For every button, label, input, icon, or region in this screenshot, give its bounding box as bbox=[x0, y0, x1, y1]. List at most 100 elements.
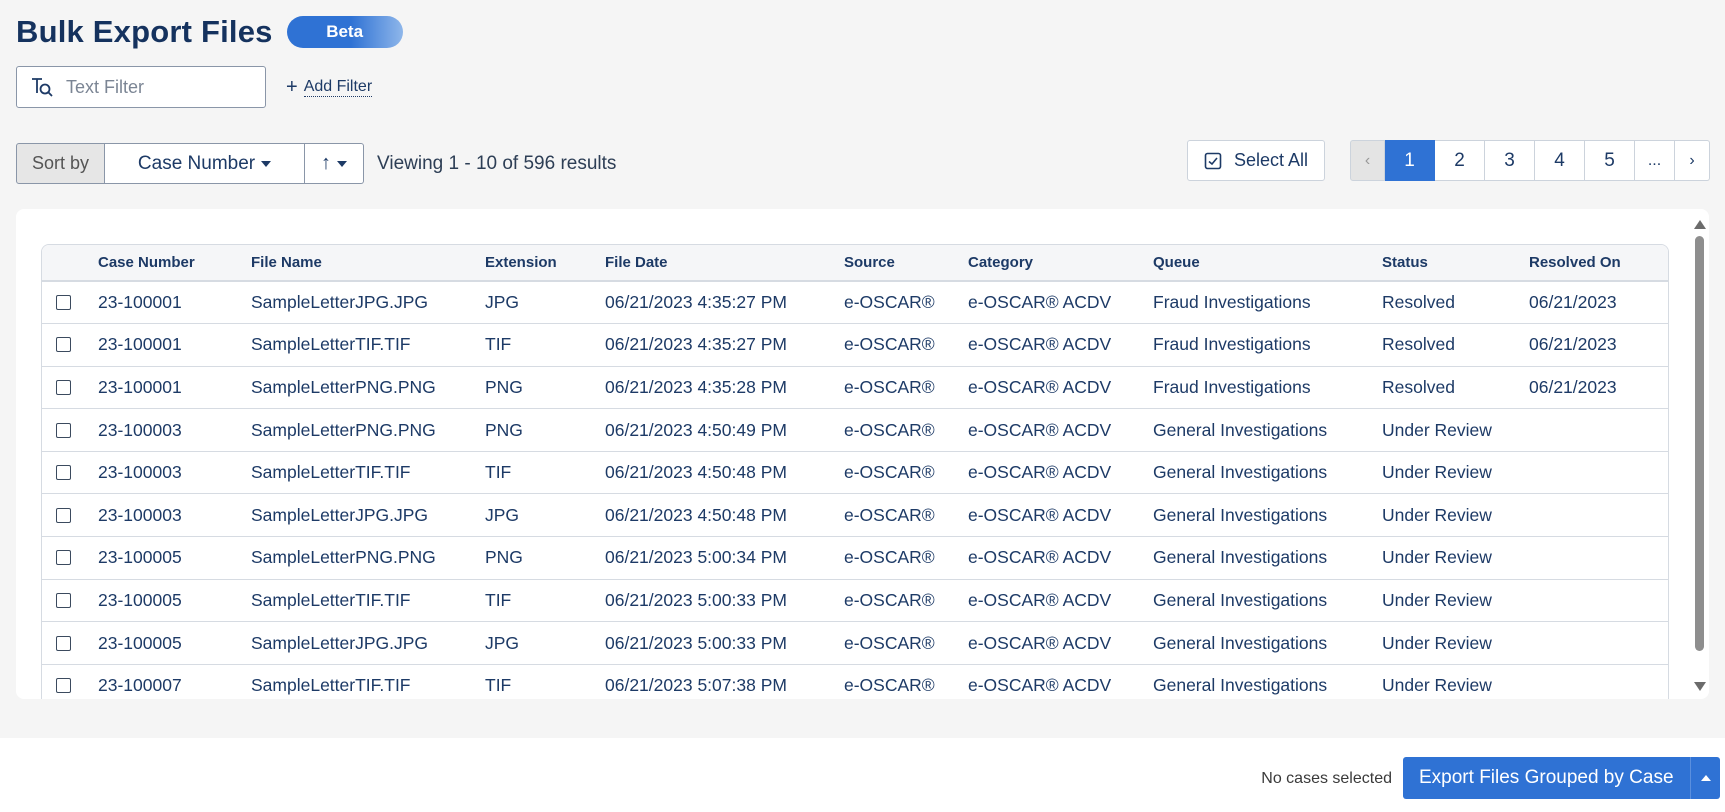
pagination-ellipsis[interactable]: ... bbox=[1635, 140, 1675, 181]
row-checkbox[interactable] bbox=[56, 550, 71, 566]
pagination-prev-button[interactable]: ‹ bbox=[1350, 140, 1385, 181]
table-cell bbox=[1529, 536, 1668, 580]
column-header[interactable]: Extension bbox=[485, 245, 605, 282]
row-checkbox[interactable] bbox=[56, 337, 71, 353]
column-header[interactable]: File Name bbox=[251, 245, 485, 282]
table-cell: General Investigations bbox=[1153, 621, 1382, 665]
page-header: Bulk Export Files Beta bbox=[16, 14, 403, 50]
table-row[interactable]: 23-100005 SampleLetterTIF.TIF TIF 06/21/202… bbox=[42, 579, 1668, 623]
row-checkbox[interactable] bbox=[56, 465, 71, 481]
table-cell: 23-100003 bbox=[98, 493, 251, 538]
row-checkbox[interactable] bbox=[56, 507, 71, 523]
table-body: 23-100001 SampleLetterJPG.JPG JPG 06/21/202… bbox=[42, 281, 1668, 699]
table-cell: JPG bbox=[485, 493, 605, 538]
checkbox-checked-icon bbox=[1204, 152, 1222, 169]
scrollbar[interactable] bbox=[1693, 216, 1707, 696]
table-cell: JPG bbox=[485, 281, 605, 325]
table-cell: Under Review bbox=[1382, 621, 1529, 665]
beta-badge: Beta bbox=[286, 16, 403, 48]
table-cell: 23-100005 bbox=[98, 579, 251, 623]
table-cell: PNG bbox=[485, 408, 605, 452]
table-cell: General Investigations bbox=[1153, 579, 1382, 623]
row-select-cell bbox=[42, 579, 98, 623]
scroll-down-arrow-icon[interactable] bbox=[1694, 682, 1706, 691]
table-cell: e-OSCAR® bbox=[844, 451, 968, 495]
table-cell: SampleLetterTIF.TIF bbox=[251, 451, 485, 495]
table-cell: e-OSCAR® bbox=[844, 493, 968, 538]
table-cell: Fraud Investigations bbox=[1153, 323, 1382, 367]
row-checkbox[interactable] bbox=[56, 635, 71, 651]
table-cell: e-OSCAR® ACDV bbox=[968, 281, 1153, 325]
sort-field-dropdown[interactable]: Case Number bbox=[105, 143, 306, 184]
table-cell: e-OSCAR® ACDV bbox=[968, 579, 1153, 623]
table-cell: PNG bbox=[485, 366, 605, 410]
table-cell: Resolved bbox=[1382, 323, 1529, 367]
row-checkbox[interactable] bbox=[56, 678, 71, 694]
column-header[interactable]: Status bbox=[1382, 245, 1529, 282]
pagination-page-3[interactable]: 3 bbox=[1485, 140, 1535, 181]
table-cell: 23-100001 bbox=[98, 281, 251, 325]
files-table-container: Case Number File Name Extension File Dat… bbox=[41, 244, 1669, 699]
row-checkbox[interactable] bbox=[56, 379, 71, 395]
table-cell: JPG bbox=[485, 621, 605, 665]
table-row[interactable]: 23-100001 SampleLetterJPG.JPG JPG 06/21/202… bbox=[42, 281, 1668, 325]
chevron-down-icon bbox=[337, 160, 348, 167]
row-checkbox[interactable] bbox=[56, 592, 71, 608]
text-filter-field[interactable] bbox=[16, 66, 266, 108]
table-row[interactable]: 23-100007 SampleLetterTIF.TIF TIF 06/21/202… bbox=[42, 664, 1668, 699]
table-cell: e-OSCAR® ACDV bbox=[968, 366, 1153, 410]
selection-status: No cases selected bbox=[1261, 770, 1392, 787]
column-header[interactable]: Source bbox=[844, 245, 968, 282]
table-cell: SampleLetterJPG.JPG bbox=[251, 621, 485, 665]
pagination-next-button[interactable]: › bbox=[1675, 140, 1710, 181]
table-cell: SampleLetterTIF.TIF bbox=[251, 664, 485, 699]
table-row[interactable]: 23-100003 SampleLetterPNG.PNG PNG 06/21/202… bbox=[42, 408, 1668, 452]
scroll-up-arrow-icon[interactable] bbox=[1694, 220, 1706, 229]
table-cell: Under Review bbox=[1382, 493, 1529, 538]
table-row[interactable]: 23-100003 SampleLetterJPG.JPG JPG 06/21/202… bbox=[42, 493, 1668, 538]
page-title: Bulk Export Files bbox=[16, 14, 273, 49]
column-header[interactable]: Case Number bbox=[98, 245, 251, 282]
sort-direction-dropdown[interactable]: ↑ bbox=[305, 143, 365, 184]
row-checkbox[interactable] bbox=[56, 295, 71, 311]
row-select-cell bbox=[42, 281, 98, 325]
table-row[interactable]: 23-100005 SampleLetterJPG.JPG JPG 06/21/202… bbox=[42, 621, 1668, 665]
table-cell: e-OSCAR® bbox=[844, 408, 968, 452]
pagination-page-4[interactable]: 4 bbox=[1535, 140, 1585, 181]
text-filter-input[interactable] bbox=[64, 75, 254, 99]
table-row[interactable]: 23-100001 SampleLetterTIF.TIF TIF 06/21/202… bbox=[42, 323, 1668, 367]
table-cell: 06/21/2023 5:00:33 PM bbox=[605, 579, 844, 623]
table-cell: 06/21/2023 4:50:49 PM bbox=[605, 408, 844, 452]
table-cell: SampleLetterJPG.JPG bbox=[251, 281, 485, 325]
table-cell: 06/21/2023 5:00:34 PM bbox=[605, 536, 844, 580]
table-row[interactable]: 23-100001 SampleLetterPNG.PNG PNG 06/21/202… bbox=[42, 366, 1668, 410]
table-header-row: Case Number File Name Extension File Dat… bbox=[42, 245, 1668, 282]
select-all-button[interactable]: Select All bbox=[1187, 140, 1325, 181]
column-header[interactable]: Resolved On bbox=[1529, 245, 1668, 282]
table-cell: e-OSCAR® bbox=[844, 579, 968, 623]
pagination-page-1[interactable]: 1 bbox=[1385, 140, 1435, 181]
table-cell: 23-100003 bbox=[98, 451, 251, 495]
export-files-button[interactable]: Export Files Grouped by Case bbox=[1403, 757, 1690, 799]
table-cell: General Investigations bbox=[1153, 536, 1382, 580]
row-select-cell bbox=[42, 621, 98, 665]
add-filter-link[interactable]: + Add Filter bbox=[286, 76, 373, 99]
table-cell: Under Review bbox=[1382, 408, 1529, 452]
column-header[interactable]: Queue bbox=[1153, 245, 1382, 282]
column-header[interactable]: File Date bbox=[605, 245, 844, 282]
filter-bar: + Add Filter bbox=[16, 66, 373, 108]
table-cell: 06/21/2023 5:07:38 PM bbox=[605, 664, 844, 699]
pagination-page-5[interactable]: 5 bbox=[1585, 140, 1635, 181]
table-cell: e-OSCAR® bbox=[844, 621, 968, 665]
table-row[interactable]: 23-100005 SampleLetterPNG.PNG PNG 06/21/202… bbox=[42, 536, 1668, 580]
table-cell: e-OSCAR® ACDV bbox=[968, 536, 1153, 580]
table-row[interactable]: 23-100003 SampleLetterTIF.TIF TIF 06/21/202… bbox=[42, 451, 1668, 495]
export-options-toggle[interactable] bbox=[1690, 757, 1720, 799]
table-cell bbox=[1529, 493, 1668, 538]
column-header[interactable]: Category bbox=[968, 245, 1153, 282]
table-cell bbox=[1529, 408, 1668, 452]
table-cell: 06/21/2023 4:50:48 PM bbox=[605, 451, 844, 495]
row-checkbox[interactable] bbox=[56, 422, 71, 438]
scrollbar-thumb[interactable] bbox=[1695, 236, 1704, 651]
pagination-page-2[interactable]: 2 bbox=[1435, 140, 1485, 181]
